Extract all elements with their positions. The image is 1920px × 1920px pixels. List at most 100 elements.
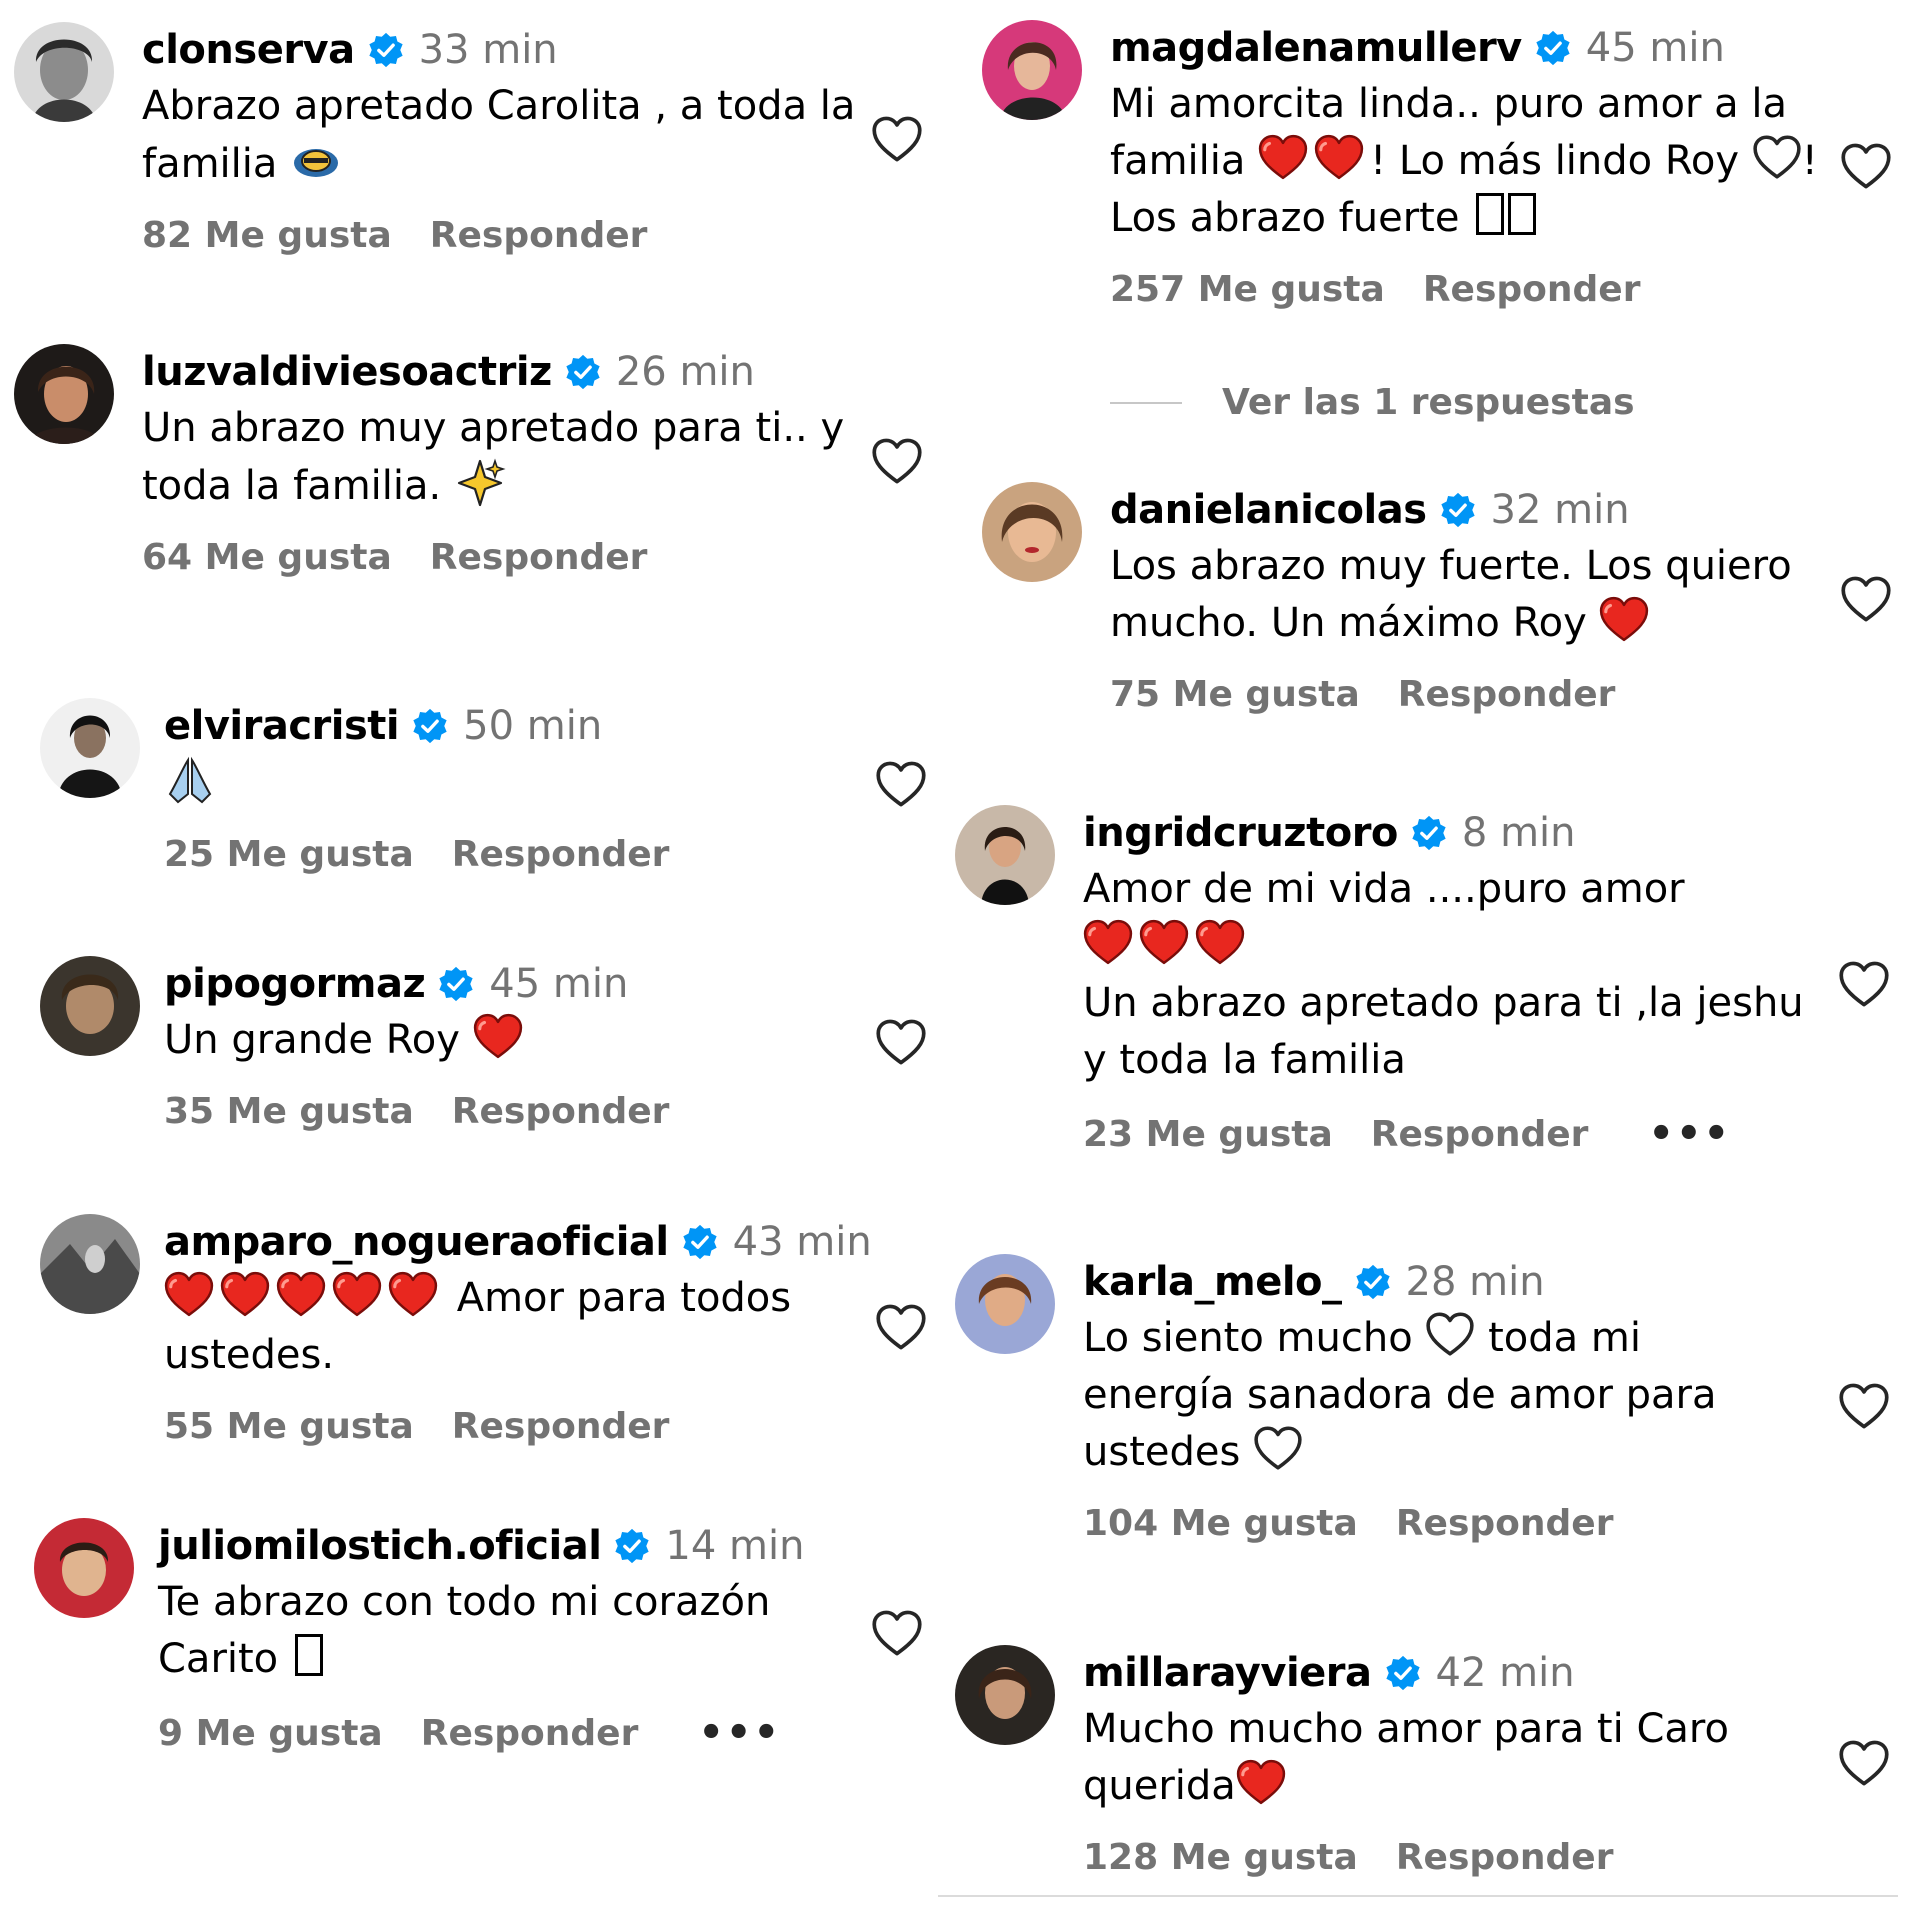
red-heart-emoji-icon xyxy=(220,1271,270,1317)
comment-text: Un grande Roy xyxy=(164,1012,669,1069)
comment-line: querida xyxy=(1083,1763,1236,1809)
comment-line: Mi amorcita linda.. puro amor a la xyxy=(1110,81,1787,127)
like-count[interactable]: 64 Me gusta xyxy=(142,537,392,578)
timestamp[interactable]: 45 min xyxy=(1586,25,1725,71)
like-count[interactable]: 104 Me gusta xyxy=(1083,1503,1358,1544)
like-count[interactable]: 23 Me gusta xyxy=(1083,1114,1333,1155)
like-heart-icon[interactable] xyxy=(1840,142,1892,190)
verified-badge-icon xyxy=(1439,491,1477,529)
avatar[interactable] xyxy=(14,344,114,444)
avatar[interactable] xyxy=(34,1518,134,1618)
divider xyxy=(938,1895,1898,1897)
more-options-button[interactable]: ••• xyxy=(1648,1111,1731,1157)
reply-button[interactable]: Responder xyxy=(1398,674,1616,715)
red-heart-emoji-icon xyxy=(276,1271,326,1317)
face-emoji-icon xyxy=(290,135,342,187)
verified-badge-icon xyxy=(1410,814,1448,852)
like-heart-icon[interactable] xyxy=(871,1609,923,1657)
comment-line: Te abrazo con todo mi corazón xyxy=(158,1579,771,1625)
like-heart-icon[interactable] xyxy=(1840,575,1892,623)
comment-text: Amor de mi vida ....puro amor Un abrazo … xyxy=(1083,861,1804,1089)
avatar[interactable] xyxy=(955,1645,1055,1745)
avatar[interactable] xyxy=(955,1254,1055,1354)
avatar[interactable] xyxy=(982,482,1082,582)
like-count[interactable]: 75 Me gusta xyxy=(1110,674,1360,715)
reply-button[interactable]: Responder xyxy=(452,834,670,875)
timestamp[interactable]: 33 min xyxy=(419,27,558,73)
username[interactable]: millarayviera xyxy=(1083,1650,1372,1696)
reply-button[interactable]: Responder xyxy=(1396,1837,1614,1878)
reply-button[interactable]: Responder xyxy=(430,537,648,578)
like-heart-icon[interactable] xyxy=(875,760,927,808)
like-heart-icon[interactable] xyxy=(1838,1382,1890,1430)
reply-button[interactable]: Responder xyxy=(1371,1114,1589,1155)
comment-text: Mucho mucho amor para ti Caro querida xyxy=(1083,1701,1729,1815)
comment-line: Un abrazo apretado para ti ,la jeshu xyxy=(1083,980,1804,1026)
username[interactable]: clonserva xyxy=(142,27,355,73)
timestamp[interactable]: 14 min xyxy=(665,1523,804,1569)
white-heart-emoji-icon xyxy=(1752,134,1802,180)
reply-button[interactable]: Responder xyxy=(1396,1503,1614,1544)
timestamp[interactable]: 42 min xyxy=(1436,1650,1575,1696)
reply-button[interactable]: Responder xyxy=(452,1406,670,1447)
timestamp[interactable]: 26 min xyxy=(616,349,755,395)
reply-button[interactable]: Responder xyxy=(430,215,648,256)
avatar[interactable] xyxy=(40,698,140,798)
missing-glyph-icon xyxy=(1508,193,1537,235)
username[interactable]: ingridcruztoro xyxy=(1083,810,1398,856)
like-count[interactable]: 9 Me gusta xyxy=(158,1713,383,1754)
timestamp[interactable]: 8 min xyxy=(1462,810,1576,856)
username[interactable]: danielanicolas xyxy=(1110,487,1427,533)
username[interactable]: magdalenamullerv xyxy=(1110,25,1522,71)
timestamp[interactable]: 45 min xyxy=(489,961,628,1007)
avatar[interactable] xyxy=(14,22,114,122)
timestamp[interactable]: 50 min xyxy=(463,703,602,749)
like-heart-icon[interactable] xyxy=(871,437,923,485)
verified-badge-icon xyxy=(1354,1263,1392,1301)
comment-line: Lo siento mucho xyxy=(1083,1315,1413,1361)
comment-line: Los abrazo muy fuerte. Los quiero xyxy=(1110,543,1792,589)
view-replies-label: Ver las 1 respuestas xyxy=(1222,382,1635,423)
reply-button[interactable]: Responder xyxy=(421,1713,639,1754)
username[interactable]: karla_melo_ xyxy=(1083,1259,1342,1305)
like-heart-icon[interactable] xyxy=(1838,960,1890,1008)
like-count[interactable]: 128 Me gusta xyxy=(1083,1837,1358,1878)
more-options-button[interactable]: ••• xyxy=(698,1710,781,1756)
red-heart-emoji-icon xyxy=(1599,596,1649,642)
comment-text: Te abrazo con todo mi corazón Carito xyxy=(158,1574,804,1688)
red-heart-emoji-icon xyxy=(1258,134,1308,180)
like-count[interactable]: 82 Me gusta xyxy=(142,215,392,256)
timestamp[interactable]: 28 min xyxy=(1406,1259,1545,1305)
timestamp[interactable]: 43 min xyxy=(733,1219,872,1265)
username[interactable]: elviracristi xyxy=(164,703,400,749)
like-count[interactable]: 257 Me gusta xyxy=(1110,269,1385,310)
like-count[interactable]: 25 Me gusta xyxy=(164,834,414,875)
red-heart-emoji-icon xyxy=(1314,134,1364,180)
avatar[interactable] xyxy=(982,20,1082,120)
view-replies-link[interactable]: Ver las 1 respuestas xyxy=(1110,382,1635,423)
avatar[interactable] xyxy=(40,956,140,1056)
timestamp[interactable]: 32 min xyxy=(1491,487,1630,533)
red-heart-emoji-icon xyxy=(388,1271,438,1317)
reply-button[interactable]: Responder xyxy=(1423,269,1641,310)
comment-text: Mi amorcita linda.. puro amor a la famil… xyxy=(1110,76,1818,247)
like-heart-icon[interactable] xyxy=(875,1303,927,1351)
username[interactable]: amparo_nogueraoficial xyxy=(164,1219,669,1265)
comment-line: Amor para todos xyxy=(456,1275,792,1321)
like-heart-icon[interactable] xyxy=(871,115,923,163)
like-count[interactable]: 35 Me gusta xyxy=(164,1091,414,1132)
avatar[interactable] xyxy=(955,805,1055,905)
username[interactable]: luzvaldiviesoactriz xyxy=(142,349,552,395)
like-heart-icon[interactable] xyxy=(875,1018,927,1066)
comment-line: y toda la familia xyxy=(1083,1037,1406,1083)
sparkles-emoji-icon xyxy=(454,457,506,509)
reply-button[interactable]: Responder xyxy=(452,1091,670,1132)
username[interactable]: pipogormaz xyxy=(164,961,426,1007)
comment-line: energía sanadora de amor para xyxy=(1083,1372,1717,1418)
like-count[interactable]: 55 Me gusta xyxy=(164,1406,414,1447)
avatar[interactable] xyxy=(40,1214,140,1314)
comment-line: Amor de mi vida ....puro amor xyxy=(1083,866,1685,912)
red-heart-emoji-icon xyxy=(332,1271,382,1317)
username[interactable]: juliomilostich.oficial xyxy=(158,1523,602,1569)
like-heart-icon[interactable] xyxy=(1838,1739,1890,1787)
